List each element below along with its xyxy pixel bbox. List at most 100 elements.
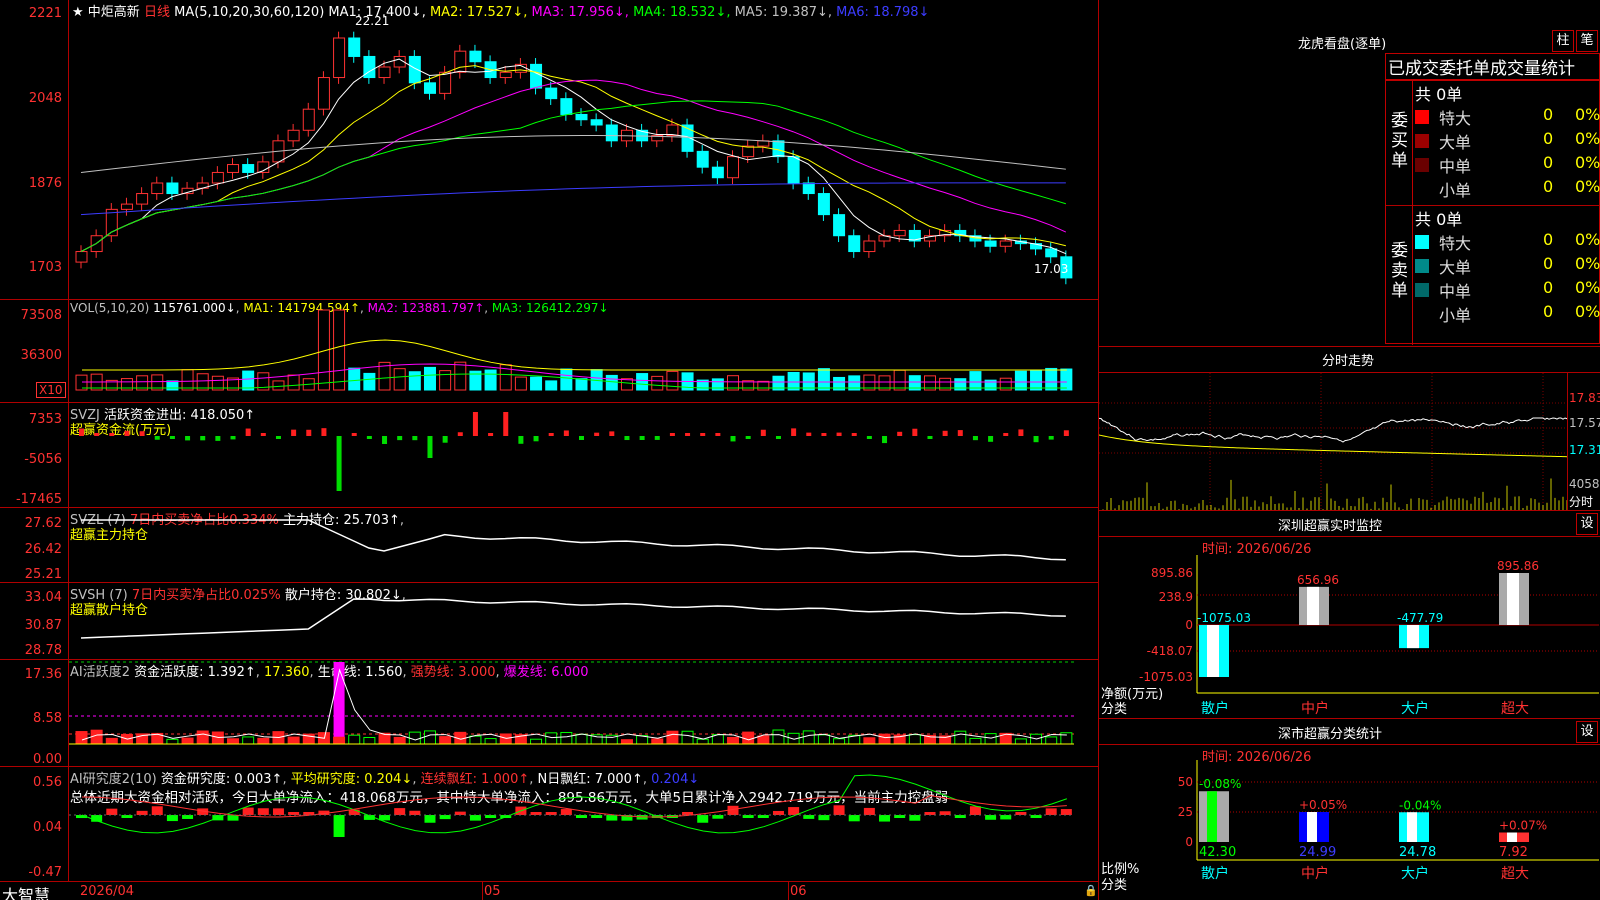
ai-research-bar[interactable] (772, 810, 784, 815)
candle-body[interactable] (590, 119, 603, 126)
lock-icon[interactable]: 🔒 (1084, 884, 1098, 897)
ai-active-bar[interactable] (211, 731, 224, 745)
ai-active-bar[interactable] (499, 733, 512, 745)
fund-flow-bar[interactable] (821, 433, 827, 436)
volume-bar[interactable] (514, 376, 527, 391)
class-bar-2[interactable] (1399, 812, 1429, 842)
fund-flow-bar[interactable] (988, 436, 994, 442)
volume-chart[interactable] (69, 300, 1098, 402)
fund-flow-bar[interactable] (563, 430, 569, 436)
fund-flow-bar[interactable] (624, 436, 630, 441)
monitor-bar-2[interactable] (1399, 625, 1429, 649)
fund-flow-bar[interactable] (775, 436, 781, 439)
volume-bar[interactable] (530, 376, 543, 391)
volume-bar[interactable] (408, 371, 421, 391)
candle-body[interactable] (575, 113, 588, 121)
volume-bar[interactable] (439, 370, 452, 391)
ai-research-bar[interactable] (166, 815, 178, 822)
ai-active-bar[interactable] (757, 735, 770, 745)
buy-row-2[interactable]: 中单 0 0% (1415, 153, 1600, 177)
fund-flow-bar[interactable] (669, 433, 675, 436)
ai-research-bar[interactable] (106, 808, 118, 815)
candle-body[interactable] (848, 235, 861, 253)
ai-research-bar[interactable] (606, 815, 618, 821)
ai-research-bar[interactable] (333, 815, 345, 837)
ai-active-bar[interactable] (620, 739, 633, 745)
longhu-tabs[interactable]: 已成交委托单成交量统计 (1385, 53, 1600, 80)
fund-flow-bar[interactable] (791, 428, 797, 436)
fund-flow-bar[interactable] (700, 433, 706, 436)
candle-body[interactable] (242, 164, 255, 173)
fund-flow-bar[interactable] (745, 436, 751, 439)
ai-active-bar[interactable] (348, 734, 361, 745)
fund-flow-bar[interactable] (957, 430, 963, 436)
candle-body[interactable] (530, 63, 543, 89)
ai-research-chart[interactable] (69, 767, 1098, 881)
fund-flow-bar[interactable] (897, 431, 903, 436)
ai-active-bar[interactable] (242, 736, 255, 745)
fund-flow-bar[interactable] (1063, 430, 1069, 436)
ai-active-bar[interactable] (196, 730, 209, 745)
ai-research-bar[interactable] (1045, 808, 1057, 815)
volume-bar[interactable] (1014, 370, 1027, 391)
volume-bar[interactable] (802, 372, 815, 391)
ai-active-bar[interactable] (393, 736, 406, 745)
fund-flow-bar[interactable] (866, 436, 872, 439)
ai-active-bar[interactable] (817, 734, 830, 745)
ai-research-bar[interactable] (394, 808, 406, 815)
fund-flow-bar[interactable] (124, 430, 130, 436)
ai-active-bar[interactable] (257, 737, 270, 745)
candle-body[interactable] (711, 166, 724, 179)
candle-body[interactable] (787, 156, 800, 184)
ai-active-bar[interactable] (423, 730, 436, 745)
vol-unit-badge[interactable]: X10 (36, 382, 66, 398)
ai-active-bar[interactable] (954, 730, 967, 745)
ai-active-bar[interactable] (545, 732, 558, 745)
ai-research-bar[interactable] (833, 805, 845, 815)
ai-research-bar[interactable] (803, 815, 815, 819)
candle-body[interactable] (1045, 248, 1058, 258)
ai-research-bar[interactable] (182, 815, 194, 819)
candlestick-chart[interactable] (69, 0, 1098, 299)
fund-flow-bar[interactable] (109, 433, 115, 436)
candle-body[interactable] (999, 240, 1012, 247)
fund-flow-bar[interactable] (609, 431, 615, 436)
class-bar-0[interactable] (1199, 791, 1229, 842)
candle-body[interactable] (893, 229, 906, 237)
sz-monitor-chart[interactable]: 895.86 238.9 0 -418.07 -1075.03 -1075.03 散户 656… (1099, 555, 1599, 720)
fund-flow-bar[interactable] (260, 433, 266, 436)
ai-research-bar[interactable] (1000, 815, 1012, 820)
fund-flow-bar[interactable] (94, 433, 100, 436)
candle-body[interactable] (545, 87, 558, 100)
ai-active-bar[interactable] (105, 737, 118, 745)
ai-active-bar[interactable] (333, 736, 346, 745)
fund-flow-bar[interactable] (942, 430, 948, 436)
fund-flow-bar[interactable] (154, 436, 160, 440)
candle-body[interactable] (378, 66, 391, 79)
candle-body[interactable] (120, 203, 133, 210)
fund-flow-bar[interactable] (291, 429, 297, 436)
monitor-bar-0[interactable] (1199, 625, 1229, 677)
fund-flow-bar[interactable] (912, 428, 918, 436)
ai-active-bar[interactable] (530, 738, 543, 745)
ai-active-bar[interactable] (727, 736, 740, 745)
candle-body[interactable] (136, 193, 149, 205)
candle-body[interactable] (499, 71, 512, 79)
volume-bar[interactable] (1030, 369, 1043, 391)
class-bar-1[interactable] (1299, 812, 1329, 842)
ai-research-bar[interactable] (818, 815, 830, 821)
volume-bar[interactable] (348, 367, 361, 391)
fund-flow-bar[interactable] (336, 436, 342, 491)
ai-research-bar[interactable] (272, 808, 284, 815)
ai-research-bar[interactable] (712, 815, 724, 819)
candle-body[interactable] (817, 193, 830, 216)
volume-bar[interactable] (454, 361, 467, 391)
buy-row-1[interactable]: 大单 0 0% (1415, 129, 1600, 153)
ai-active-bar[interactable] (181, 737, 194, 745)
tick-mode-button[interactable]: 笔 (1576, 30, 1598, 52)
candle-body[interactable] (469, 50, 482, 63)
fund-flow-bar[interactable] (351, 433, 357, 436)
fund-flow-bar[interactable] (1033, 436, 1039, 443)
ai-active-bar[interactable] (833, 738, 846, 745)
ai-active-bar[interactable] (560, 731, 573, 745)
